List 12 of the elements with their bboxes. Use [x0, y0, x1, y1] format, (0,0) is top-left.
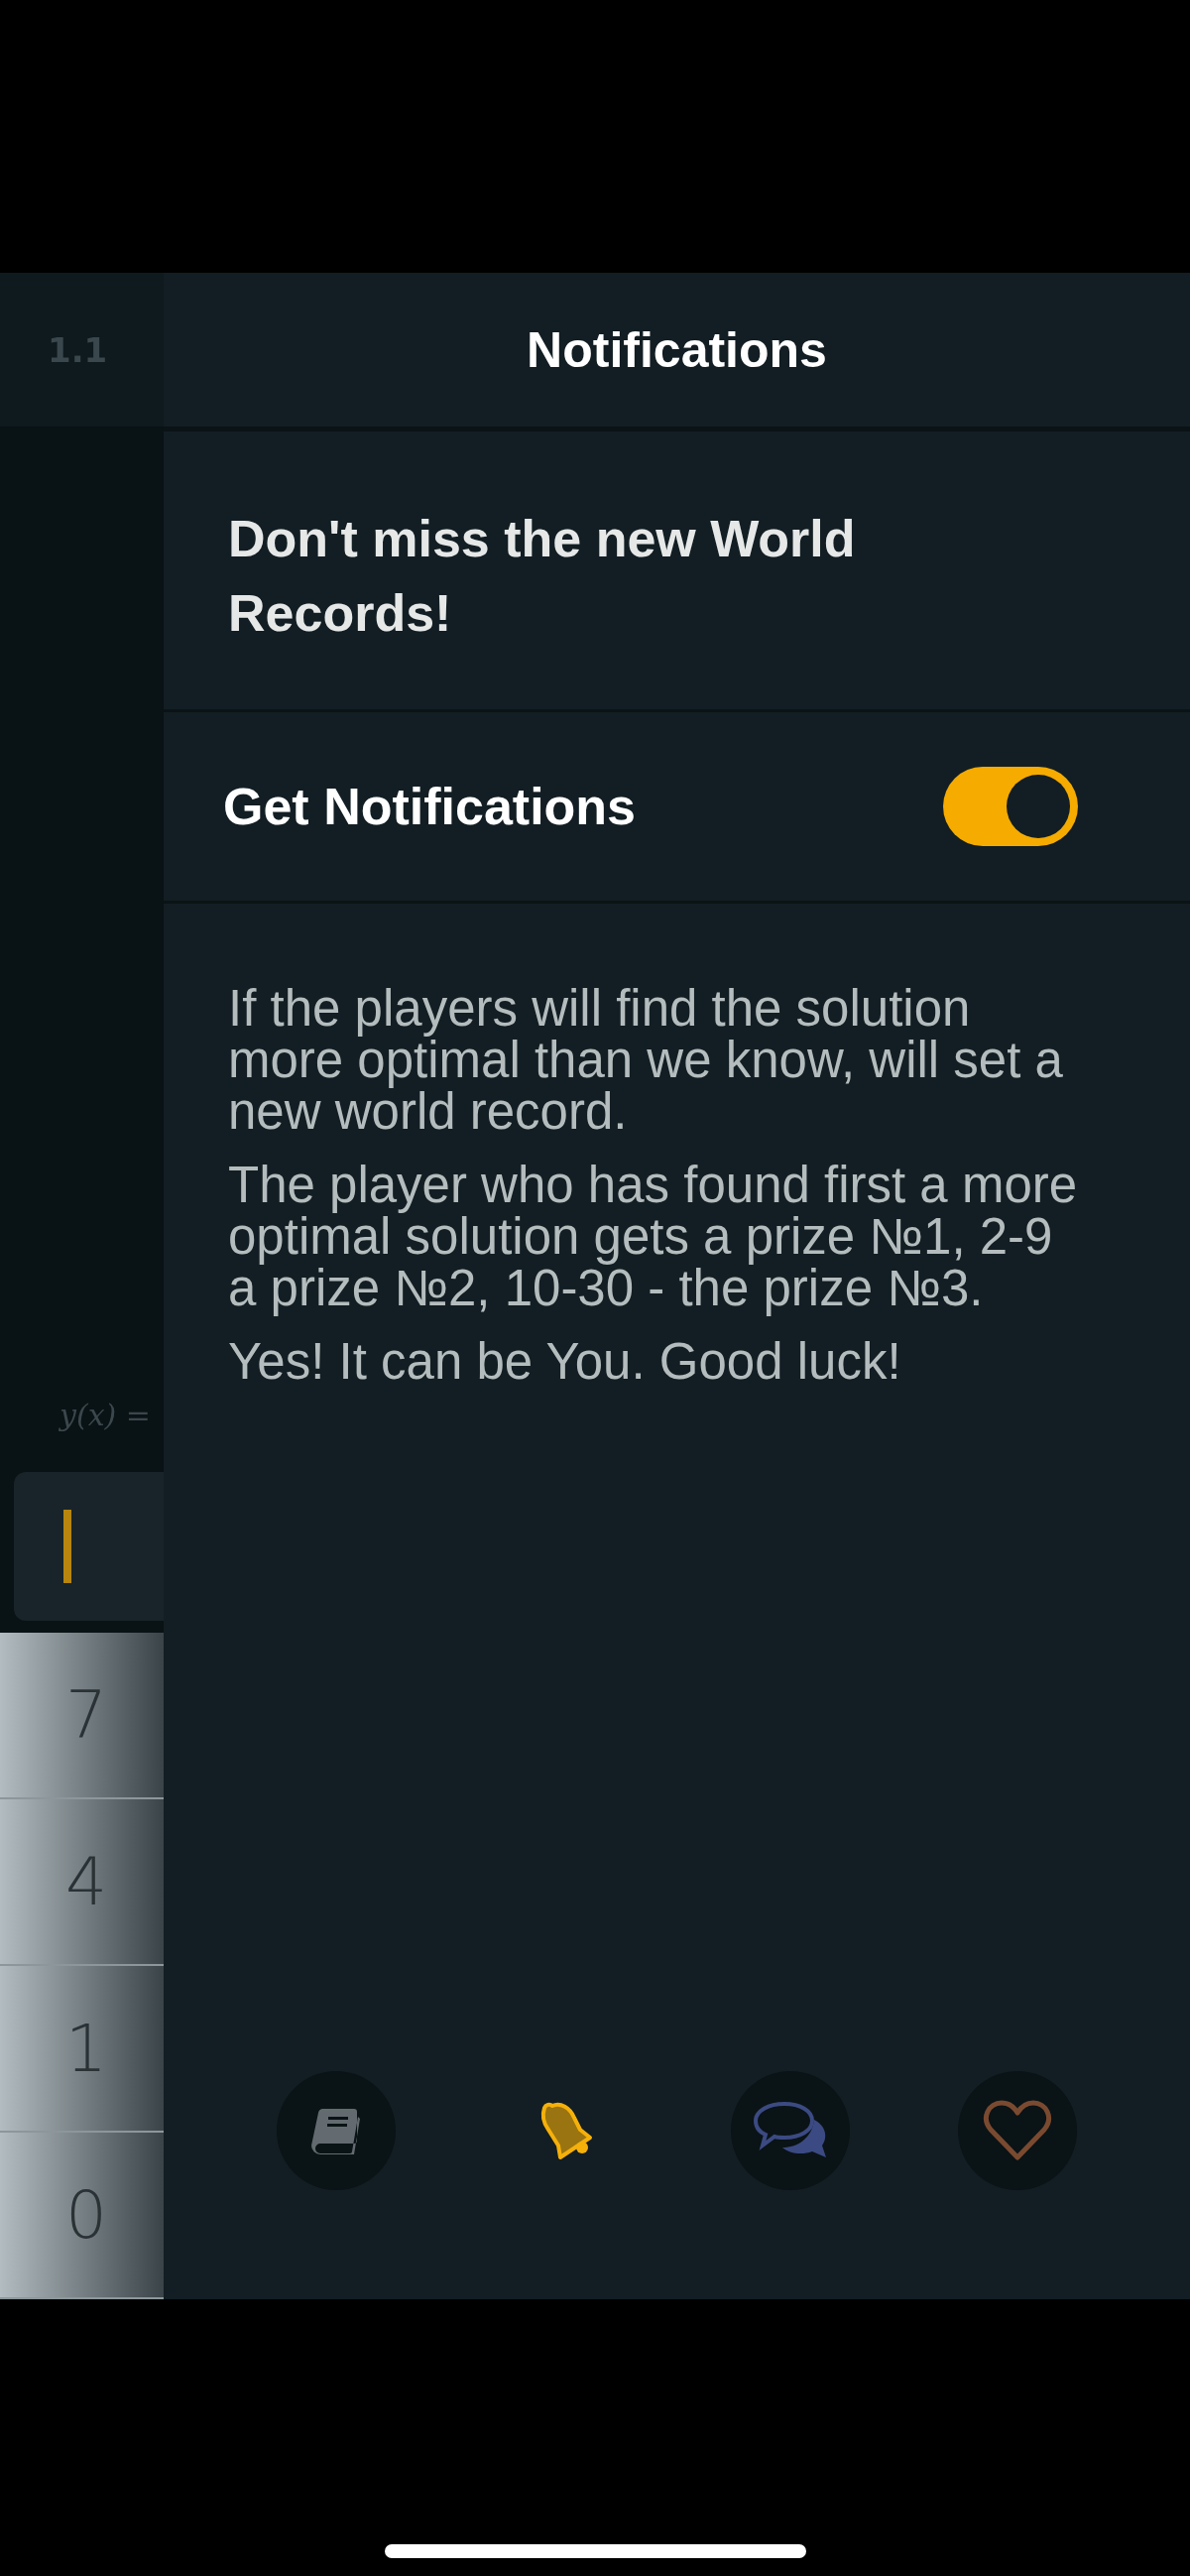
panel-title: Notifications [527, 320, 827, 379]
setting-label: Get Notifications [223, 777, 637, 836]
text-cursor-icon [63, 1510, 71, 1583]
info-paragraph: Yes! It can be You. Good luck! [228, 1336, 902, 1389]
keypad-key[interactable]: 7 [0, 1633, 164, 1799]
keypad-key[interactable]: 4 [0, 1799, 164, 1966]
keypad-key[interactable]: 1 [0, 1966, 164, 2133]
input-field[interactable] [14, 1472, 164, 1621]
info-paragraph: If the players will find the solution more optimal than we know, will set a new world record. [228, 983, 1064, 1139]
keypad-key[interactable]: 0 [0, 2133, 164, 2299]
promo-heading: Don't miss the new World Records! [228, 508, 857, 644]
info-paragraph: The player who has found first a more optimal solution gets a prize №1, 2-9 a prize №2, 10-30 - the prize №3. [228, 1160, 1079, 1315]
